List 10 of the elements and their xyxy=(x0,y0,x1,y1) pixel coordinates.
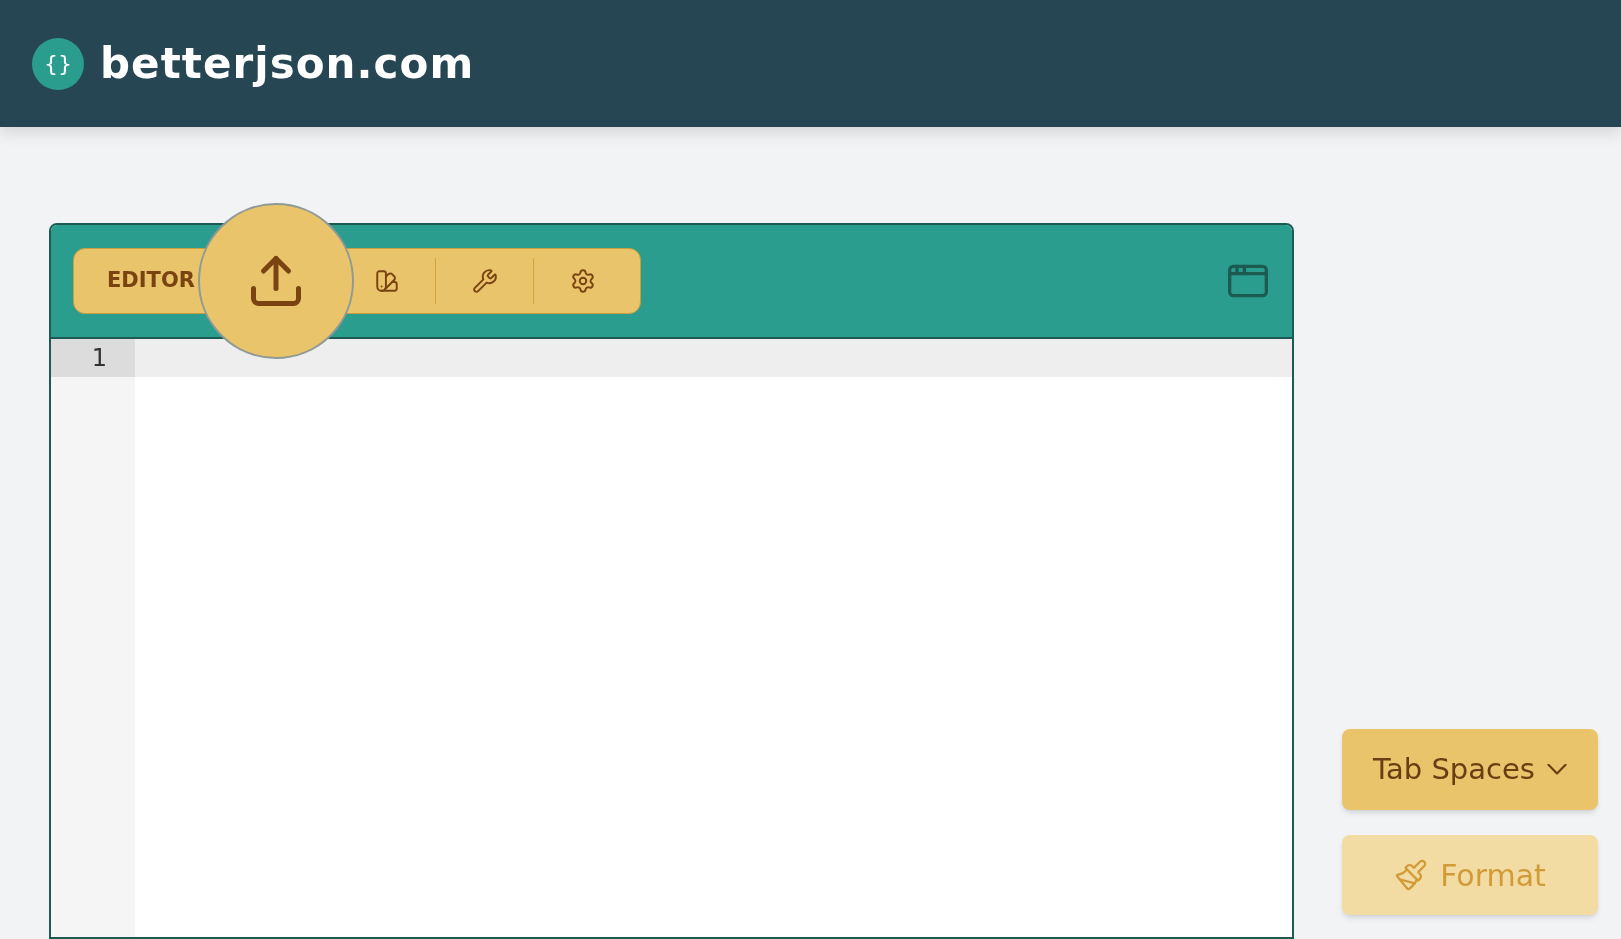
editor-label: EDITOR xyxy=(107,267,196,295)
swatch-book-icon xyxy=(373,268,400,294)
tab-spaces-dropdown[interactable]: Tab Spaces xyxy=(1342,729,1598,810)
chevron-down-icon xyxy=(1546,764,1567,775)
logo-icon: {} xyxy=(32,37,84,90)
wrench-icon xyxy=(471,268,498,294)
line-number: 1 xyxy=(51,339,135,377)
site-title[interactable]: betterjson.com xyxy=(100,32,475,95)
settings-icon xyxy=(569,268,596,294)
paintbrush-icon xyxy=(1394,858,1429,892)
